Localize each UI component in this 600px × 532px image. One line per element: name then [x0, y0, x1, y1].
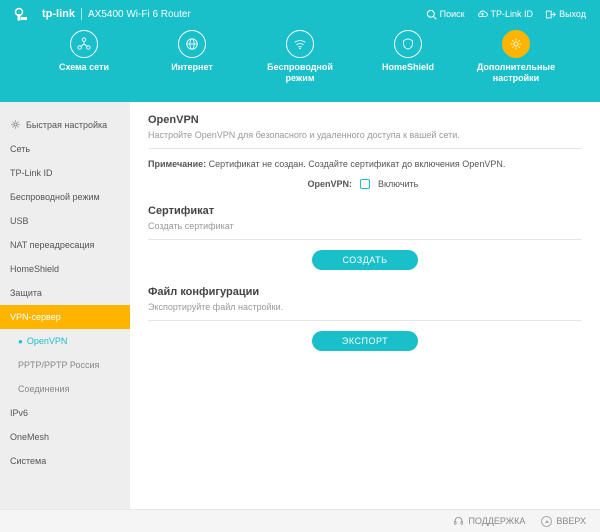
- cloud-icon: [477, 9, 488, 20]
- sidebar-item-system[interactable]: Система: [0, 449, 130, 473]
- header-banner: tp-link AX5400 Wi-Fi 6 Router Поиск TP-L…: [0, 0, 600, 102]
- scroll-top-button[interactable]: ВВЕРХ: [541, 516, 586, 527]
- headset-icon: [453, 516, 464, 527]
- divider: [148, 239, 582, 240]
- arrow-up-icon: [541, 516, 552, 527]
- sidebar-item-tplinkid[interactable]: TP-Link ID: [0, 161, 130, 185]
- brand: tp-link: [14, 7, 75, 21]
- note-label: Примечание:: [148, 159, 206, 169]
- tab-internet[interactable]: Интернет: [153, 30, 231, 84]
- openvpn-enable-row: OpenVPN: Включить: [148, 179, 582, 189]
- divider: [148, 148, 582, 149]
- cert-title: Сертификат: [148, 205, 582, 217]
- sidebar: Быстрая настройка Сеть TP-Link ID Беспро…: [0, 102, 130, 509]
- gear-icon: [509, 37, 523, 51]
- tplink-logo-icon: [14, 7, 36, 21]
- gear-icon: [10, 119, 21, 130]
- config-title: Файл конфигурации: [148, 286, 582, 298]
- openvpn-label: OpenVPN:: [222, 179, 352, 189]
- footer: ПОДДЕРЖКА ВВЕРХ: [0, 510, 600, 532]
- diagram-icon: [77, 37, 91, 51]
- topbar: tp-link AX5400 Wi-Fi 6 Router Поиск TP-L…: [0, 0, 600, 28]
- content-area: OpenVPN Настройте OpenVPN для безопасног…: [130, 102, 600, 509]
- tplink-id-button[interactable]: TP-Link ID: [477, 9, 534, 20]
- model-name: AX5400 Wi-Fi 6 Router: [88, 9, 191, 20]
- sidebar-item-ipv6[interactable]: IPv6: [0, 401, 130, 425]
- openvpn-enable-text: Включить: [378, 179, 508, 189]
- wifi-icon: [293, 37, 307, 51]
- cert-desc: Создать сертификат: [148, 221, 582, 231]
- certificate-block: Сертификат Создать сертификат СОЗДАТЬ: [148, 205, 582, 270]
- search-icon: [426, 9, 437, 20]
- sidebar-item-nat[interactable]: NAT переадресация: [0, 233, 130, 257]
- logout-button[interactable]: Выход: [545, 9, 586, 20]
- sidebar-item-openvpn[interactable]: ●OpenVPN: [0, 329, 130, 353]
- brand-text: tp-link: [42, 8, 75, 20]
- support-button[interactable]: ПОДДЕРЖКА: [453, 516, 525, 527]
- note-text: Примечание: Сертификат не создан. Создай…: [148, 159, 582, 169]
- sidebar-item-pptp[interactable]: PPTP/PPTP Россия: [0, 353, 130, 377]
- tab-wireless[interactable]: Беспроводной режим: [261, 30, 339, 84]
- sidebar-item-wireless[interactable]: Беспроводной режим: [0, 185, 130, 209]
- globe-icon: [185, 37, 199, 51]
- sidebar-item-quick-setup[interactable]: Быстрая настройка: [0, 112, 130, 137]
- page-body: Быстрая настройка Сеть TP-Link ID Беспро…: [0, 102, 600, 510]
- sidebar-item-vpn[interactable]: VPN-сервер: [0, 305, 130, 329]
- create-cert-button[interactable]: СОЗДАТЬ: [312, 250, 417, 270]
- sidebar-item-connections[interactable]: Соединения: [0, 377, 130, 401]
- tab-homeshield[interactable]: HomeShield: [369, 30, 447, 84]
- divider: [81, 8, 82, 20]
- tab-network-diagram[interactable]: Схема сети: [45, 30, 123, 84]
- section-desc-openvpn: Настройте OpenVPN для безопасного и удал…: [148, 130, 582, 140]
- search-button[interactable]: Поиск: [426, 9, 465, 20]
- sidebar-item-onemesh[interactable]: OneMesh: [0, 425, 130, 449]
- config-desc: Экспортируйте файл настройки.: [148, 302, 582, 312]
- main-tabs: Схема сети Интернет Беспроводной режим H…: [0, 28, 600, 84]
- shield-home-icon: [401, 37, 415, 51]
- config-file-block: Файл конфигурации Экспортируйте файл нас…: [148, 286, 582, 351]
- sidebar-item-homeshield[interactable]: HomeShield: [0, 257, 130, 281]
- openvpn-enable-checkbox[interactable]: [360, 179, 370, 189]
- sidebar-item-network[interactable]: Сеть: [0, 137, 130, 161]
- tab-advanced[interactable]: Дополнительные настройки: [477, 30, 555, 84]
- divider: [148, 320, 582, 321]
- logout-icon: [545, 9, 556, 20]
- section-title-openvpn: OpenVPN: [148, 114, 582, 126]
- export-config-button[interactable]: ЭКСПОРТ: [312, 331, 418, 351]
- sidebar-item-security[interactable]: Защита: [0, 281, 130, 305]
- sidebar-item-usb[interactable]: USB: [0, 209, 130, 233]
